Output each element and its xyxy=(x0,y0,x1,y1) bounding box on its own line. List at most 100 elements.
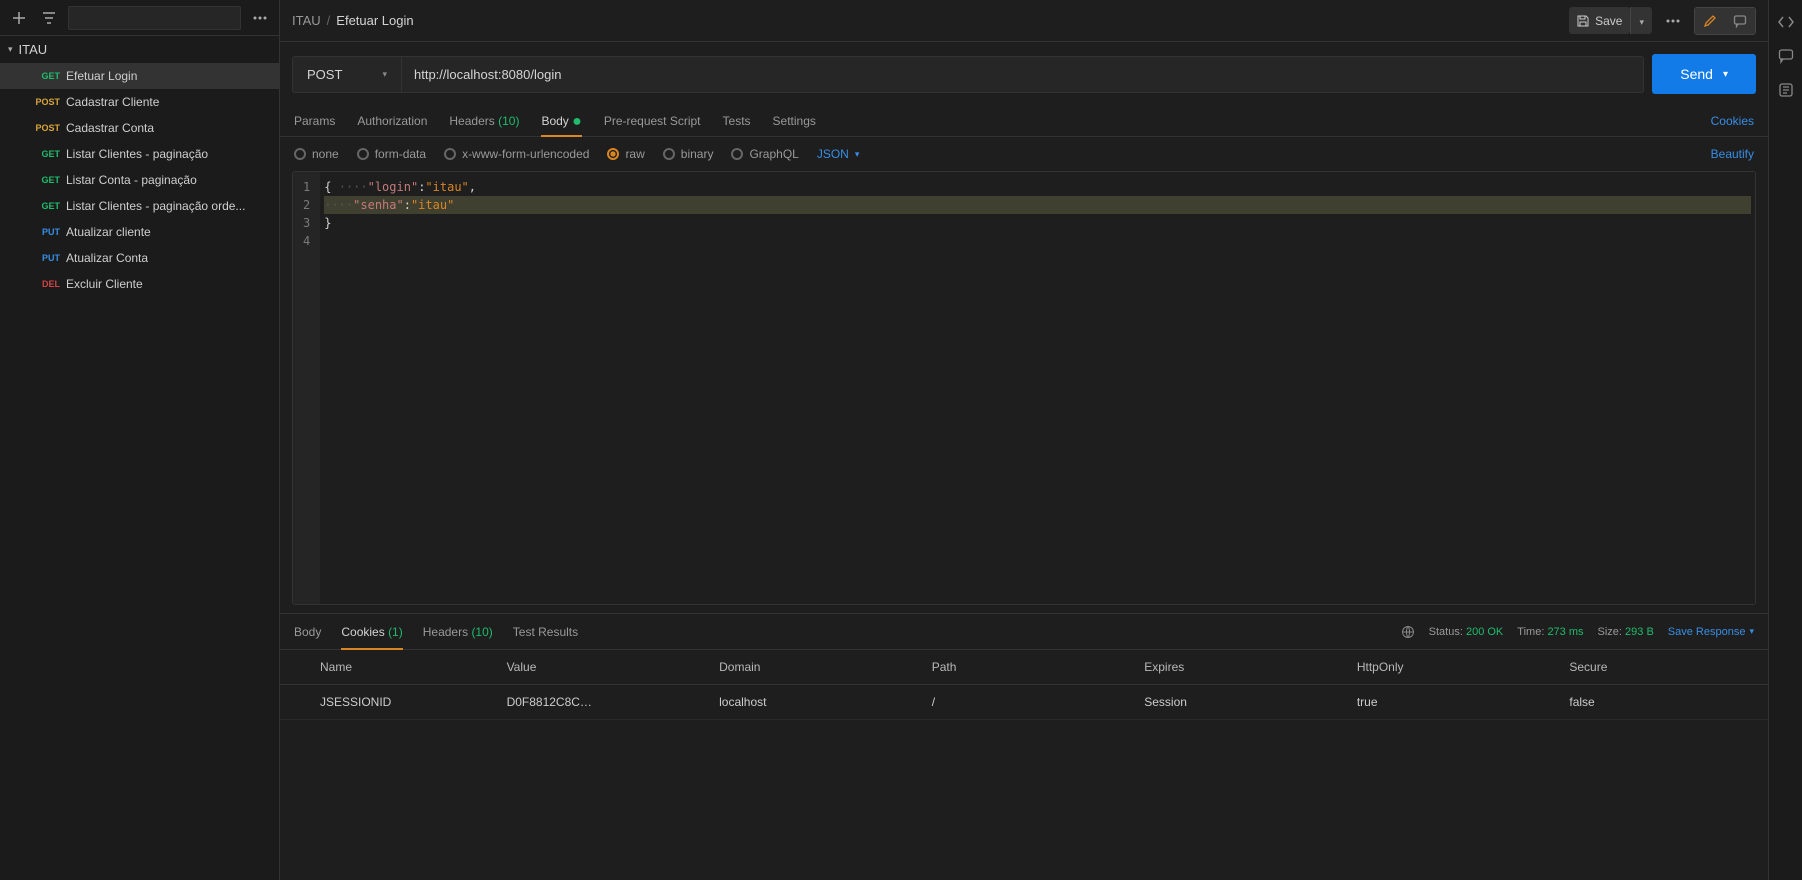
cookie-value: D0F8812C8C… xyxy=(493,685,706,720)
edit-view-button[interactable] xyxy=(1695,8,1725,34)
new-button[interactable] xyxy=(8,7,30,29)
method-tag: PUT xyxy=(32,253,60,263)
url-input[interactable] xyxy=(402,56,1644,93)
sidebar-item-atualizar-cliente[interactable]: PUTAtualizar cliente xyxy=(0,219,279,245)
pencil-icon xyxy=(1703,14,1717,28)
method-tag: GET xyxy=(32,71,60,81)
sidebar-item-label: Listar Clientes - paginação orde... xyxy=(66,199,245,213)
comment-icon xyxy=(1733,14,1747,28)
chevron-down-icon: ▾ xyxy=(855,149,860,160)
more-options-button[interactable] xyxy=(1662,15,1684,27)
view-toggle xyxy=(1694,7,1756,35)
sidebar-item-cadastrar-conta[interactable]: POSTCadastrar Conta xyxy=(0,115,279,141)
tab-settings[interactable]: Settings xyxy=(773,106,816,136)
response-section: Body Cookies (1) Headers (10) Test Resul… xyxy=(280,613,1768,880)
breadcrumb-separator: / xyxy=(327,13,331,28)
time-value: 273 ms xyxy=(1547,626,1583,638)
response-tabs: Body Cookies (1) Headers (10) Test Resul… xyxy=(280,614,1768,650)
method-tag: GET xyxy=(32,149,60,159)
editor-code[interactable]: { ····"login":"itau", ····"senha":"itau"… xyxy=(320,172,1755,604)
sidebar-item-atualizar-conta[interactable]: PUT Atualizar Conta xyxy=(0,245,279,271)
globe-icon[interactable] xyxy=(1401,625,1415,639)
radio-none[interactable]: none xyxy=(294,147,339,161)
cookie-httponly: true xyxy=(1343,685,1556,720)
save-dropdown-button[interactable]: ▾ xyxy=(1630,7,1652,34)
save-label: Save xyxy=(1595,14,1622,28)
comment-view-button[interactable] xyxy=(1725,8,1755,34)
sidebar-item-label: Listar Conta - paginação xyxy=(66,173,197,187)
resp-tab-body[interactable]: Body xyxy=(294,615,321,649)
sidebar-item-listar-clientes-orde[interactable]: GETListar Clientes - paginação orde... xyxy=(0,193,279,219)
tab-authorization[interactable]: Authorization xyxy=(357,106,427,136)
chevron-down-icon: ▾ xyxy=(1723,69,1728,80)
table-row[interactable]: JSESSIONID D0F8812C8C… localhost / Sessi… xyxy=(280,685,1768,720)
col-secure: Secure xyxy=(1555,650,1768,685)
save-response-button[interactable]: Save Response ▾ xyxy=(1668,626,1754,638)
sidebar-options-button[interactable] xyxy=(249,12,271,24)
cookie-expires: Session xyxy=(1130,685,1343,720)
chevron-down-icon: ▾ xyxy=(1639,17,1644,27)
body-format-select[interactable]: JSON ▾ xyxy=(817,147,860,161)
body-editor[interactable]: 1234 { ····"login":"itau", ····"senha":"… xyxy=(292,171,1756,605)
col-domain: Domain xyxy=(705,650,918,685)
collection-header[interactable]: ▾ ITAU xyxy=(0,36,279,63)
breadcrumb-parent[interactable]: ITAU xyxy=(292,13,321,28)
collection-name: ITAU xyxy=(19,42,48,57)
sidebar-item-label: Atualizar Conta xyxy=(66,251,148,265)
tab-body[interactable]: Body ● xyxy=(541,106,581,136)
code-icon xyxy=(1778,14,1794,30)
radio-formdata[interactable]: form-data xyxy=(357,147,426,161)
save-button[interactable]: Save xyxy=(1569,7,1630,34)
sidebar: ▾ ITAU GET Efetuar Login POSTCadastrar Cl… xyxy=(0,0,280,880)
cookies-link[interactable]: Cookies xyxy=(1711,106,1754,136)
cookie-domain: localhost xyxy=(705,685,918,720)
tab-tests[interactable]: Tests xyxy=(723,106,751,136)
radio-graphql[interactable]: GraphQL xyxy=(731,147,798,161)
sidebar-item-efetuar-login[interactable]: GET Efetuar Login xyxy=(0,63,279,89)
sidebar-item-cadastrar-cliente[interactable]: POSTCadastrar Cliente xyxy=(0,89,279,115)
request-tabs: Params Authorization Headers (10) Body ●… xyxy=(280,106,1768,137)
method-tag: POST xyxy=(32,97,60,107)
method-tag: PUT xyxy=(32,227,60,237)
resp-tab-tests[interactable]: Test Results xyxy=(513,615,578,649)
sidebar-search-input[interactable] xyxy=(68,6,241,30)
col-name: Name xyxy=(280,650,493,685)
filter-button[interactable] xyxy=(38,7,60,29)
rail-code-button[interactable] xyxy=(1778,14,1794,30)
radio-raw[interactable]: raw xyxy=(607,147,644,161)
tab-params[interactable]: Params xyxy=(294,106,335,136)
radio-binary[interactable]: binary xyxy=(663,147,714,161)
kebab-icon xyxy=(1666,19,1680,23)
breadcrumb-current: Efetuar Login xyxy=(336,13,413,28)
beautify-link[interactable]: Beautify xyxy=(1711,147,1754,161)
main-area: ITAU / Efetuar Login Save ▾ xyxy=(280,0,1768,880)
sidebar-items: GET Efetuar Login POSTCadastrar Cliente P… xyxy=(0,63,279,297)
sidebar-item-listar-conta[interactable]: GETListar Conta - paginação xyxy=(0,167,279,193)
send-button[interactable]: Send ▾ xyxy=(1652,54,1756,94)
tab-prerequest[interactable]: Pre-request Script xyxy=(604,106,701,136)
method-tag: POST xyxy=(32,123,60,133)
top-actions: Save ▾ xyxy=(1569,7,1756,35)
sidebar-item-listar-clientes[interactable]: GET Listar Clientes - paginação xyxy=(0,141,279,167)
method-select[interactable]: POST ▾ xyxy=(292,56,402,93)
top-bar: ITAU / Efetuar Login Save ▾ xyxy=(280,0,1768,42)
sidebar-item-label: Efetuar Login xyxy=(66,69,137,83)
col-value: Value xyxy=(493,650,706,685)
sidebar-item-excluir-cliente[interactable]: DELExcluir Cliente xyxy=(0,271,279,297)
info-icon xyxy=(1778,82,1794,98)
chevron-down-icon: ▾ xyxy=(8,44,13,55)
rail-info-button[interactable] xyxy=(1778,82,1794,98)
radio-xform[interactable]: x-www-form-urlencoded xyxy=(444,147,589,161)
tab-headers[interactable]: Headers (10) xyxy=(449,106,519,136)
resp-tab-headers[interactable]: Headers (10) xyxy=(423,615,493,649)
save-icon xyxy=(1577,15,1589,27)
rail-comment-button[interactable] xyxy=(1778,48,1794,64)
body-type-options: none form-data x-www-form-urlencoded raw… xyxy=(280,137,1768,171)
response-meta: Status: 200 OK Time: 273 ms Size: 293 B … xyxy=(1401,625,1754,639)
editor-gutter: 1234 xyxy=(293,172,320,604)
sidebar-item-label: Listar Clientes - paginação xyxy=(66,147,208,161)
plus-icon xyxy=(12,11,26,25)
resp-tab-cookies[interactable]: Cookies (1) xyxy=(341,615,402,649)
radio-icon xyxy=(294,148,306,160)
size-value: 293 B xyxy=(1625,626,1654,638)
